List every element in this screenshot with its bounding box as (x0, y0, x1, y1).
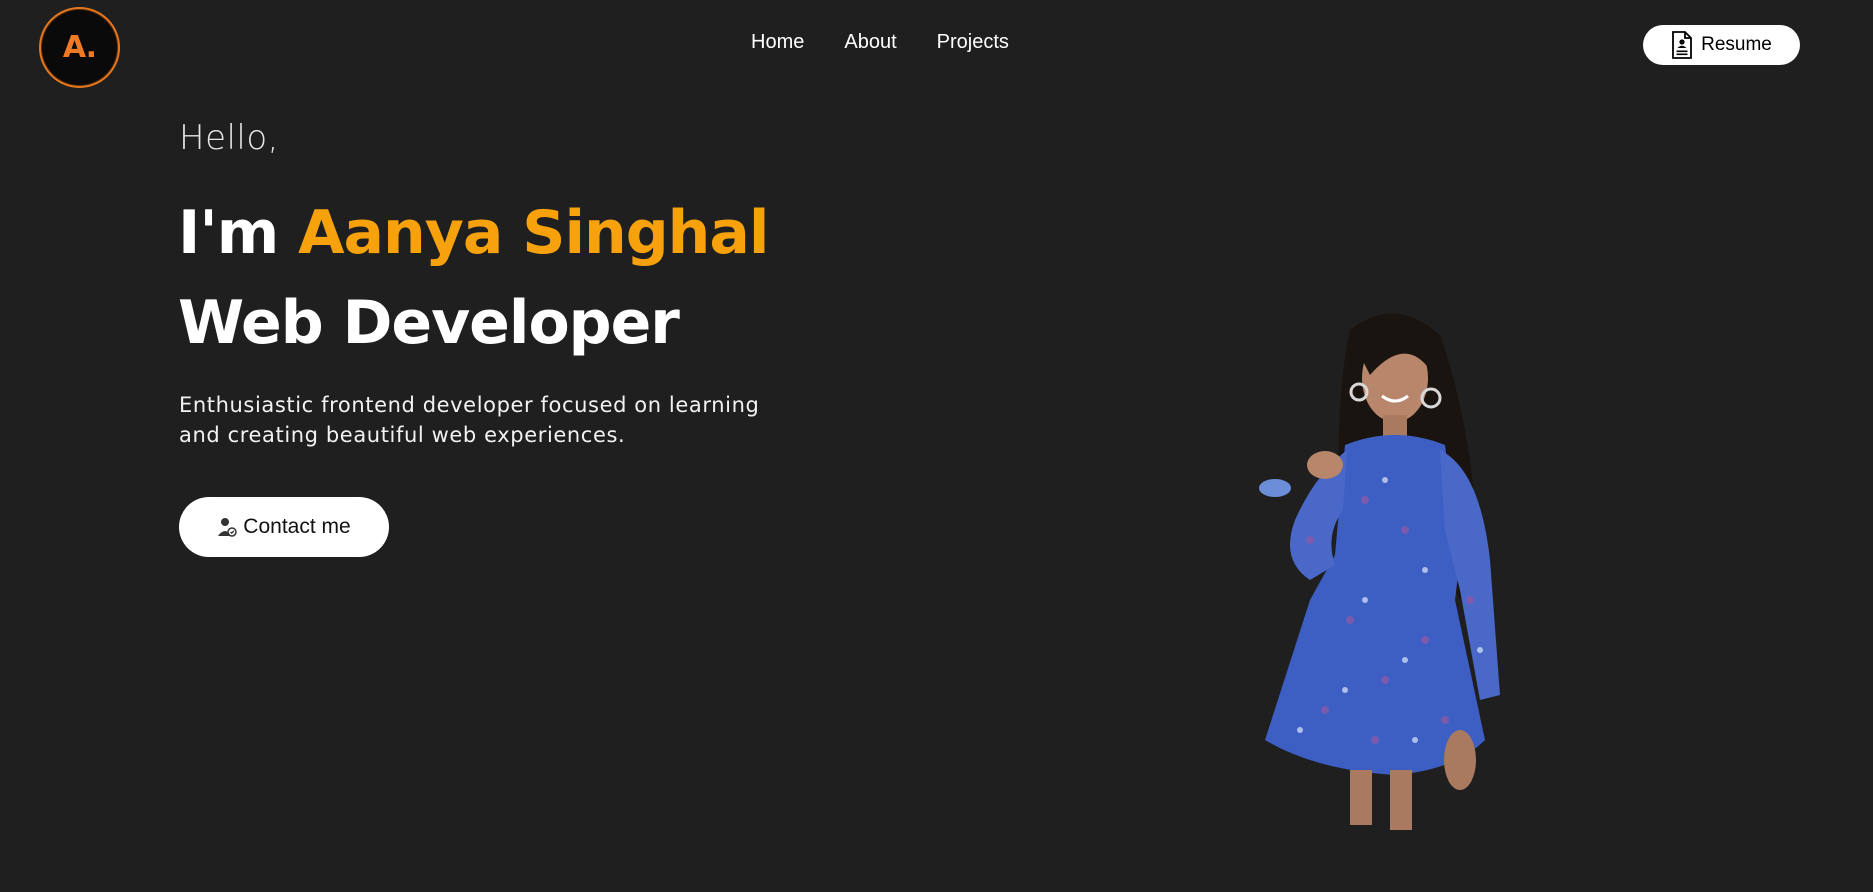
hero-role: Web Developer (178, 288, 680, 358)
greeting: Hello, (179, 118, 279, 158)
nav-projects[interactable]: Projects (937, 31, 1009, 54)
hero-description: Enthusiastic frontend developer focused … (179, 393, 760, 447)
document-person-icon (1672, 31, 1693, 59)
resume-label: Resume (1701, 34, 1772, 55)
hero-name: Aanya Singhal (298, 198, 769, 268)
intro-prefix: I'm (178, 198, 279, 268)
resume-button[interactable]: Resume (1643, 25, 1800, 65)
hero-heading: I'm Aanya Singhal (178, 198, 769, 268)
person-contact-icon (218, 518, 238, 537)
nav-about[interactable]: About (844, 31, 896, 54)
main-nav: Home About Projects (751, 31, 1009, 54)
profile-photo (1259, 313, 1500, 830)
nav-home[interactable]: Home (751, 31, 804, 54)
logo-text: A. (62, 30, 97, 65)
contact-label: Contact me (243, 515, 351, 538)
portfolio-page: A. Home About Projects Resume Hello, I'm… (0, 0, 1873, 892)
contact-button[interactable]: Contact me (179, 497, 389, 557)
logo[interactable]: A. (39, 7, 120, 88)
